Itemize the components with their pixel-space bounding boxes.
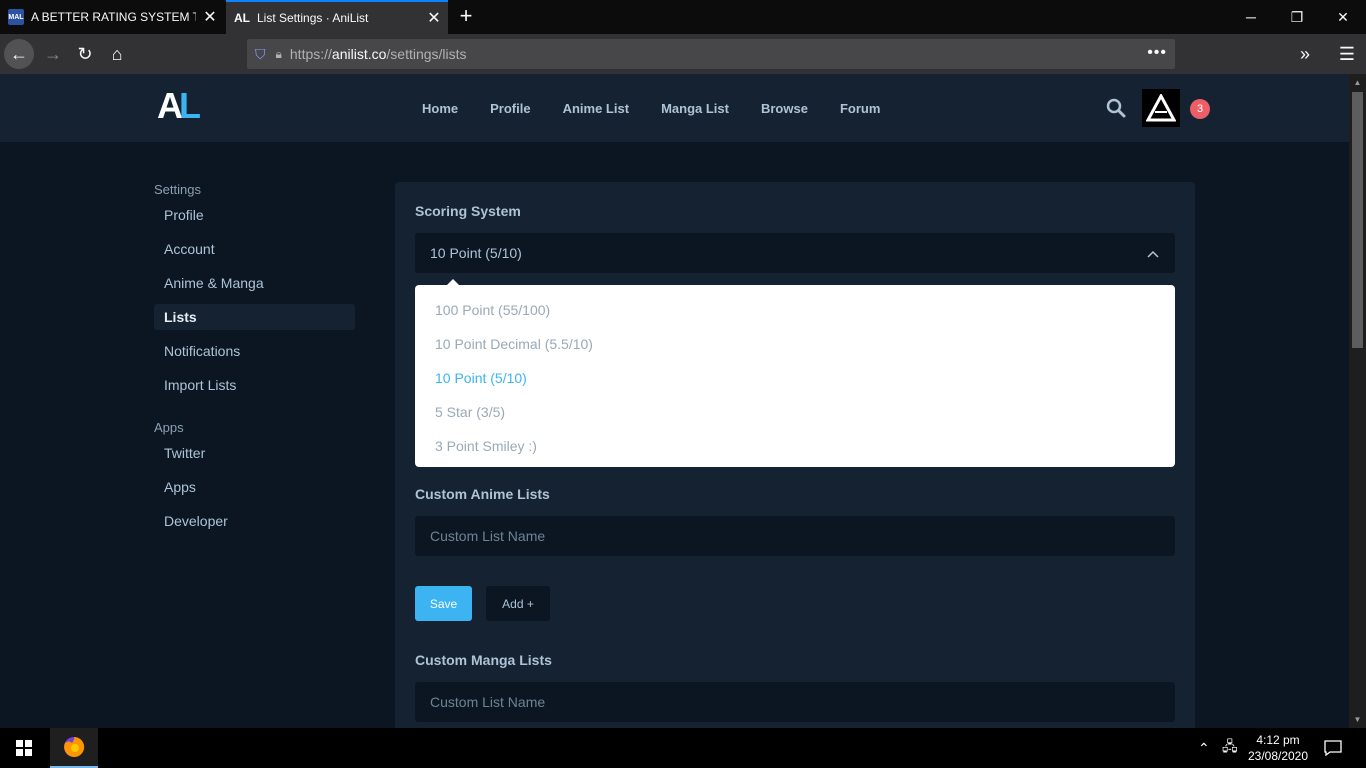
browser-tab-anilist[interactable]: AL List Settings · AniList ✕ <box>226 0 448 34</box>
back-arrow-icon[interactable]: ← <box>4 39 34 69</box>
clock-date: 23/08/2020 <box>1247 749 1309 763</box>
sidebar-heading-settings: Settings <box>154 182 201 197</box>
page-scrollbar[interactable]: ▲ ▼ <box>1349 74 1366 728</box>
browser-tab-bar: MAL A BETTER RATING SYSTEM THAN ✕ AL Lis… <box>0 0 1366 34</box>
tab-title: A BETTER RATING SYSTEM THAN <box>31 10 196 24</box>
minimize-window-icon[interactable]: ─ <box>1228 0 1274 34</box>
close-tab-icon[interactable]: ✕ <box>196 7 224 27</box>
browser-tab-mal[interactable]: MAL A BETTER RATING SYSTEM THAN ✕ <box>0 0 224 34</box>
dropdown-caret <box>447 279 459 285</box>
scoring-option-100-point[interactable]: 100 Point (55/100) <box>415 293 1175 327</box>
sidebar-item-anime-manga[interactable]: Anime & Manga <box>154 270 355 296</box>
clock-time: 4:12 pm <box>1256 733 1300 747</box>
sidebar-heading-apps: Apps <box>154 420 184 435</box>
nav-home[interactable]: Home <box>406 101 474 116</box>
sidebar-item-account[interactable]: Account <box>154 236 355 262</box>
sidebar-item-developer[interactable]: Developer <box>154 508 355 534</box>
custom-anime-lists-label: Custom Anime Lists <box>415 486 550 502</box>
list-settings-card: Scoring System 10 Point (5/10) 100 Point… <box>395 182 1195 728</box>
scoring-dropdown-menu: 100 Point (55/100) 10 Point Decimal (5.5… <box>415 279 1175 467</box>
sidebar-item-apps[interactable]: Apps <box>154 474 355 500</box>
add-list-button[interactable]: Add + <box>486 586 550 621</box>
sidebar-item-profile[interactable]: Profile <box>154 202 355 228</box>
settings-sidebar: Settings Profile Account Anime & Manga L… <box>154 182 355 534</box>
browser-nav-bar: ← → ↻ ⌂ ⛉ 🔒︎ https://anilist.co/settings… <box>0 34 1366 74</box>
network-icon[interactable]: 🖧︎ <box>1222 728 1238 768</box>
scoring-option-3-point-smiley[interactable]: 3 Point Smiley :) <box>415 429 1175 463</box>
scrollbar-thumb[interactable] <box>1352 92 1363 348</box>
save-button[interactable]: Save <box>415 586 472 621</box>
scoring-option-5-star[interactable]: 5 Star (3/5) <box>415 395 1175 429</box>
scoring-system-label: Scoring System <box>415 203 521 219</box>
scroll-up-arrow-icon[interactable]: ▲ <box>1349 78 1366 87</box>
custom-anime-list-input[interactable]: Custom List Name <box>415 516 1175 556</box>
nav-manga-list[interactable]: Manga List <box>645 101 745 116</box>
avatar[interactable] <box>1142 89 1180 127</box>
action-center-icon[interactable] <box>1324 728 1342 768</box>
nav-anime-list[interactable]: Anime List <box>547 101 645 116</box>
notification-badge[interactable]: 3 <box>1190 99 1210 119</box>
custom-manga-list-input[interactable]: Custom List Name <box>415 682 1175 722</box>
anilist-favicon-icon: AL <box>234 11 250 25</box>
nav-forum[interactable]: Forum <box>824 101 896 116</box>
scoring-selected-value: 10 Point (5/10) <box>430 245 522 261</box>
site-header: AL Home Profile Anime List Manga List Br… <box>0 74 1349 142</box>
new-tab-plus-icon[interactable]: + <box>454 3 478 29</box>
windows-start-icon[interactable] <box>0 728 48 768</box>
firefox-taskbar-icon[interactable] <box>50 728 98 768</box>
tray-chevron-up-icon[interactable]: ⌃ <box>1198 728 1210 768</box>
close-window-icon[interactable]: ✕ <box>1320 0 1366 34</box>
main-nav: Home Profile Anime List Manga List Brows… <box>406 74 896 142</box>
forward-arrow-icon[interactable]: → <box>38 39 68 69</box>
url-bar[interactable]: ⛉ 🔒︎ https://anilist.co/settings/lists •… <box>247 39 1175 69</box>
lock-icon[interactable]: 🔒︎ <box>276 47 282 62</box>
page-viewport: AL Home Profile Anime List Manga List Br… <box>0 74 1349 728</box>
search-icon[interactable] <box>1106 98 1128 120</box>
scoring-option-10-point[interactable]: 10 Point (5/10) <box>415 361 1175 395</box>
scoring-option-10-point-decimal[interactable]: 10 Point Decimal (5.5/10) <box>415 327 1175 361</box>
page-actions-icon[interactable]: ••• <box>1147 44 1167 62</box>
sidebar-item-import-lists[interactable]: Import Lists <box>154 372 355 398</box>
overflow-chevrons-icon[interactable]: » <box>1290 39 1320 69</box>
close-tab-icon[interactable]: ✕ <box>420 8 448 28</box>
tab-title: List Settings · AniList <box>257 11 369 25</box>
windows-taskbar: ⌃ 🖧︎ 4:12 pm 23/08/2020 <box>0 728 1366 768</box>
chevron-up-icon <box>1147 233 1159 273</box>
sidebar-item-twitter[interactable]: Twitter <box>154 440 355 466</box>
mal-favicon-icon: MAL <box>8 9 24 25</box>
sidebar-item-notifications[interactable]: Notifications <box>154 338 355 364</box>
scroll-down-arrow-icon[interactable]: ▼ <box>1349 715 1366 724</box>
anilist-logo[interactable]: AL <box>157 88 201 124</box>
tracking-shield-icon[interactable]: ⛉ <box>255 46 266 63</box>
nav-profile[interactable]: Profile <box>474 101 546 116</box>
taskbar-clock[interactable]: 4:12 pm 23/08/2020 <box>1244 732 1312 764</box>
home-icon[interactable]: ⌂ <box>102 39 132 69</box>
nav-browse[interactable]: Browse <box>745 101 824 116</box>
hamburger-menu-icon[interactable]: ☰ <box>1332 39 1362 69</box>
url-text: https://anilist.co/settings/lists <box>289 46 467 62</box>
sidebar-item-lists[interactable]: Lists <box>154 304 355 330</box>
reload-icon[interactable]: ↻ <box>70 39 100 69</box>
custom-manga-lists-label: Custom Manga Lists <box>415 652 552 668</box>
restore-window-icon[interactable]: ❐ <box>1274 0 1320 34</box>
scoring-system-select[interactable]: 10 Point (5/10) <box>415 233 1175 273</box>
